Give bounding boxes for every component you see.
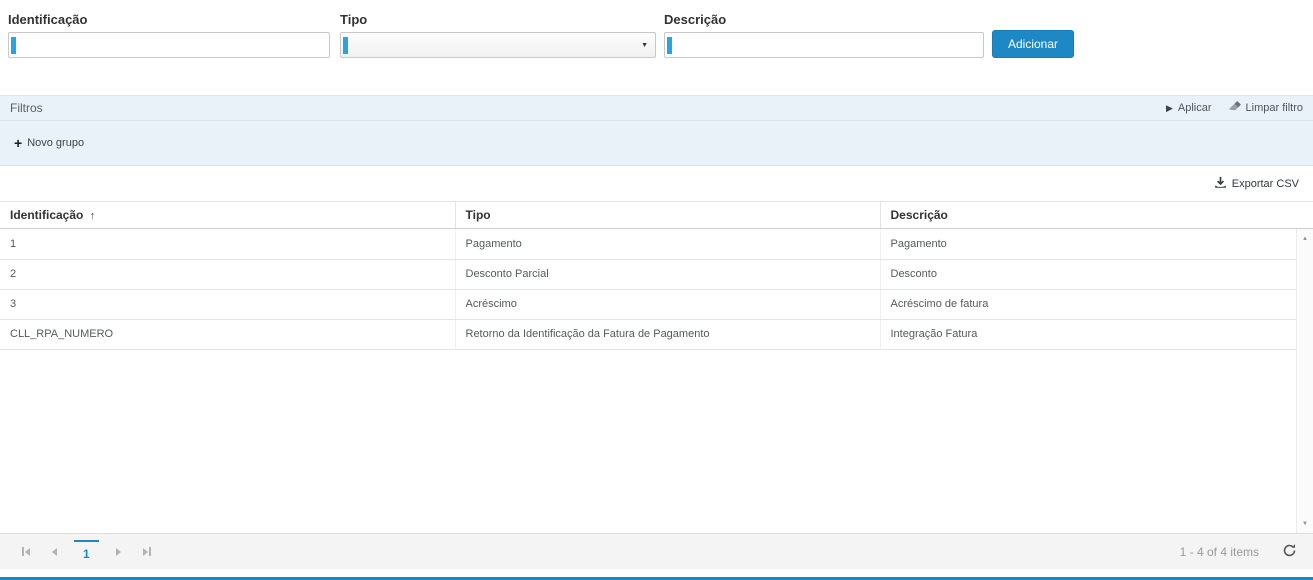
download-icon [1214, 176, 1227, 192]
next-page-button[interactable] [105, 539, 133, 565]
clear-filter-label: Limpar filtro [1246, 102, 1303, 114]
table-row[interactable]: 1PagamentoPagamento [0, 229, 1296, 259]
table-cell: 1 [0, 229, 455, 259]
seek-last-icon [143, 548, 148, 556]
column-header-identificacao[interactable]: Identificação ↑ [0, 202, 455, 228]
eraser-icon [1228, 101, 1241, 115]
filters-header: Filtros ▶ Aplicar Limpar filtro [0, 96, 1313, 121]
scroll-up-icon[interactable]: ▲ [1297, 231, 1313, 246]
pager-info: 1 - 4 of 4 items [1180, 545, 1259, 559]
text-cursor-icon [343, 37, 348, 54]
prev-page-button[interactable] [40, 539, 68, 565]
grid-header-table: Identificação ↑ Tipo Descrição [0, 202, 1296, 228]
seek-first-icon [22, 547, 24, 556]
table-cell: 2 [0, 259, 455, 289]
grid-body-table: 1PagamentoPagamento2Desconto ParcialDesc… [0, 229, 1296, 350]
first-page-button[interactable] [12, 539, 40, 565]
arrow-left-icon [52, 548, 57, 556]
filters-panel: Filtros ▶ Aplicar Limpar filtro + Novo g… [0, 95, 1313, 166]
table-cell: Pagamento [880, 229, 1296, 259]
field-identificacao: Identificação [8, 12, 330, 58]
grid-header: Identificação ↑ Tipo Descrição [0, 201, 1313, 229]
plus-icon: + [14, 136, 22, 150]
descricao-input-field[interactable] [665, 33, 983, 57]
table-cell: Desconto [880, 259, 1296, 289]
column-header-tipo[interactable]: Tipo [455, 202, 880, 228]
table-cell: Desconto Parcial [455, 259, 880, 289]
export-csv-button[interactable]: Exportar CSV [1214, 176, 1299, 192]
table-row[interactable]: CLL_RPA_NUMERORetorno da Identificação d… [0, 319, 1296, 349]
add-button[interactable]: Adicionar [992, 30, 1074, 58]
new-group-label: Novo grupo [27, 137, 84, 149]
filters-actions: ▶ Aplicar Limpar filtro [1166, 101, 1303, 115]
tipo-label: Tipo [340, 12, 656, 28]
table-row[interactable]: 2Desconto ParcialDesconto [0, 259, 1296, 289]
table-cell: Acréscimo [455, 289, 880, 319]
column-header-label: Descrição [891, 208, 948, 222]
bottom-gap [0, 569, 1313, 577]
sort-asc-icon: ↑ [90, 210, 96, 222]
apply-filter-label: Aplicar [1178, 102, 1212, 114]
grid-body: 1PagamentoPagamento2Desconto ParcialDesc… [0, 229, 1313, 533]
add-record-form: Identificação Tipo ▼ Descrição Adicionar [0, 0, 1313, 58]
filters-body: + Novo grupo [0, 121, 1313, 165]
table-header-row: Identificação ↑ Tipo Descrição [0, 202, 1296, 228]
column-header-label: Identificação [10, 208, 83, 222]
new-group-button[interactable]: + Novo grupo [14, 136, 84, 150]
pager: 1 1 - 4 of 4 items [0, 533, 1313, 569]
chevron-down-icon: ▼ [641, 42, 648, 50]
descricao-input[interactable] [664, 32, 984, 58]
refresh-button[interactable] [1277, 540, 1301, 564]
column-header-label: Tipo [466, 208, 491, 222]
descricao-label: Descrição [664, 12, 984, 28]
vertical-scrollbar[interactable]: ▲ ▼ [1296, 229, 1313, 533]
table-cell: Pagamento [455, 229, 880, 259]
table-cell: Integração Fatura [880, 319, 1296, 349]
export-csv-label: Exportar CSV [1232, 178, 1299, 190]
scroll-down-icon[interactable]: ▼ [1297, 516, 1313, 531]
table-cell: CLL_RPA_NUMERO [0, 319, 455, 349]
last-page-button[interactable] [133, 539, 161, 565]
column-header-descricao[interactable]: Descrição [880, 202, 1296, 228]
apply-filter-button[interactable]: ▶ Aplicar [1166, 102, 1212, 114]
page-number-current[interactable]: 1 [74, 540, 99, 564]
tipo-select[interactable]: ▼ [340, 32, 656, 58]
identificacao-label: Identificação [8, 12, 330, 28]
page: Identificação Tipo ▼ Descrição Adicionar… [0, 0, 1313, 580]
clear-filter-button[interactable]: Limpar filtro [1228, 101, 1303, 115]
table-cell: 3 [0, 289, 455, 319]
identificacao-input[interactable] [8, 32, 330, 58]
table-row[interactable]: 3AcréscimoAcréscimo de fatura [0, 289, 1296, 319]
table-cell: Acréscimo de fatura [880, 289, 1296, 319]
identificacao-input-field[interactable] [9, 33, 329, 57]
field-descricao: Descrição [664, 12, 984, 58]
filters-title: Filtros [10, 101, 43, 115]
table-cell: Retorno da Identificação da Fatura de Pa… [455, 319, 880, 349]
field-tipo: Tipo ▼ [340, 12, 656, 58]
play-icon: ▶ [1166, 103, 1173, 113]
arrow-right-icon [116, 548, 121, 556]
export-row: Exportar CSV [0, 166, 1313, 201]
refresh-icon [1282, 543, 1297, 561]
